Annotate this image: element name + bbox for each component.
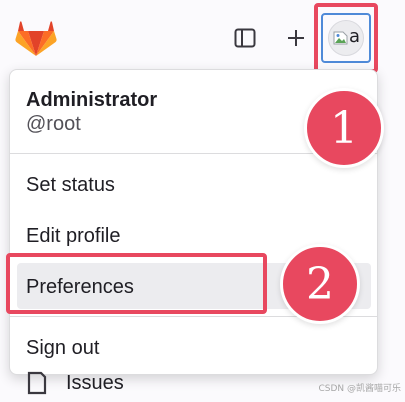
broken-image-icon — [333, 31, 348, 45]
sidebar-item-issues[interactable]: Issues — [26, 370, 124, 396]
menu-item-sign-out[interactable]: Sign out — [26, 336, 99, 360]
sidebar-toggle-button[interactable] — [229, 22, 261, 54]
menu-item-set-status[interactable]: Set status — [26, 173, 115, 197]
sidebar-icon — [234, 28, 256, 48]
avatar-alt-text: a — [349, 26, 361, 47]
top-bar: a — [0, 0, 405, 78]
annotation-highlight-avatar: a — [314, 3, 378, 73]
watermark: CSDN @凯酱喵可乐 — [318, 384, 401, 394]
user-handle: @root — [26, 113, 81, 135]
annotation-highlight-preferences — [6, 253, 267, 314]
gitlab-logo-icon[interactable] — [15, 18, 57, 58]
user-name: Administrator — [26, 89, 158, 111]
user-info[interactable]: Administrator @root — [26, 88, 157, 136]
sidebar-item-label: Issues — [66, 371, 124, 394]
annotation-step-2: 2 — [280, 244, 360, 324]
annotation-step-1: 1 — [304, 88, 384, 168]
issues-icon — [27, 371, 47, 395]
user-avatar-button[interactable]: a — [321, 13, 371, 63]
avatar: a — [328, 20, 364, 56]
menu-item-edit-profile[interactable]: Edit profile — [26, 224, 121, 248]
create-new-button[interactable] — [280, 22, 312, 54]
plus-icon — [288, 30, 304, 46]
